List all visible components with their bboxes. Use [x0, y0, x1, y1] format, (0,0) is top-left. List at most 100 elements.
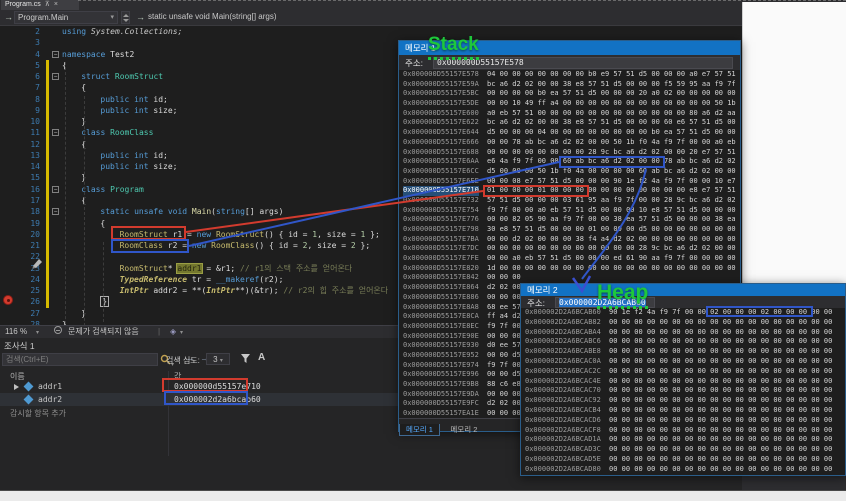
outline-margin[interactable]	[48, 150, 62, 161]
memory-row[interactable]: 0x000002D2A6BCACF800 00 00 00 00 00 00 0…	[521, 426, 845, 436]
memory-row[interactable]: 0x000002D2A6BCAB8200 00 00 00 00 00 00 0…	[521, 318, 845, 328]
breakpoint-margin[interactable]	[0, 172, 18, 183]
tab-memory-2[interactable]: 메모리 2	[444, 424, 483, 435]
code-health-icon[interactable]	[54, 326, 62, 334]
memory-row[interactable]: 0x000000D55157E754f9 7f 00 00 a0 eb 57 5…	[399, 206, 740, 216]
breakpoint-margin[interactable]	[0, 127, 18, 138]
outline-margin[interactable]	[48, 60, 62, 71]
outline-margin[interactable]	[48, 94, 62, 105]
outline-margin[interactable]	[48, 296, 62, 307]
outline-margin[interactable]	[48, 172, 62, 183]
memory-row[interactable]: 0x000000D55157E7BA00 00 d2 02 00 00 00 3…	[399, 235, 740, 245]
memory2-hex-grid[interactable]: 0x000002D2A6BCAB6090 1e f2 4a f9 7f 00 0…	[521, 308, 845, 475]
collapse-icon[interactable]: −	[52, 186, 59, 193]
close-icon[interactable]: ×	[54, 1, 58, 8]
outline-margin[interactable]	[48, 229, 62, 240]
watch-row-addr2[interactable]: addr2 0x000002d2a6bcab60	[0, 393, 398, 406]
memory-row[interactable]: 0x000000D55157E622bc a6 d2 02 00 00 38 e…	[399, 118, 740, 128]
memory-row[interactable]: 0x000002D2A6BCABE800 00 00 00 00 00 00 0…	[521, 347, 845, 357]
memory-row[interactable]: 0x000000D55157E59Abc a6 d2 02 00 00 38 e…	[399, 80, 740, 90]
memory-row[interactable]: 0x000002D2A6BCAD1A00 00 00 00 00 00 00 0…	[521, 435, 845, 445]
tab-program-cs[interactable]: Program.cs⊼×	[1, 0, 79, 10]
collapse-icon[interactable]: −	[52, 51, 59, 58]
search-depth-select[interactable]: 3 ▾	[206, 353, 230, 365]
outline-margin[interactable]	[48, 263, 62, 274]
memory-row[interactable]: 0x000000D55157E644d5 00 00 00 04 00 00 0…	[399, 128, 740, 138]
memory-row[interactable]: 0x000000D55157E71001 00 00 00 01 00 00 0…	[399, 186, 740, 196]
memory-row[interactable]: 0x000000D55157E73257 51 d5 00 00 00 03 6…	[399, 196, 740, 206]
zoom-level-select[interactable]: 116 %	[5, 326, 27, 338]
type-dropdown[interactable]: Program.Main ▾	[14, 11, 118, 24]
memory2-title-bar[interactable]: 메모리 2	[521, 284, 845, 296]
breakpoint-margin[interactable]	[0, 195, 18, 206]
memory-row[interactable]: 0x000002D2A6BCAC2C00 00 00 00 00 00 00 0…	[521, 367, 845, 377]
outline-margin[interactable]: −	[48, 71, 62, 82]
memory-row[interactable]: 0x000000D55157E6CCd5 00 00 00 50 1b f0 4…	[399, 167, 740, 177]
tab-memory-1[interactable]: 메모리 1	[399, 424, 440, 436]
outline-margin[interactable]: −	[48, 49, 62, 60]
breakpoint-icon[interactable]	[3, 295, 13, 305]
member-dropdown[interactable]: static unsafe void Main(string[] args)	[148, 12, 277, 21]
match-case-icon[interactable]: A	[258, 352, 265, 363]
memory-row[interactable]: 0x000000D55157E7FE00 00 a0 eb 57 51 d5 0…	[399, 254, 740, 264]
outline-margin[interactable]	[48, 195, 62, 206]
memory-row[interactable]: 0x000000D55157E77600 00 82 05 90 aa f9 7…	[399, 215, 740, 225]
breakpoint-margin[interactable]	[0, 60, 18, 71]
breakpoint-margin[interactable]	[0, 161, 18, 172]
outline-margin[interactable]	[48, 274, 62, 285]
memory-row[interactable]: 0x000002D2A6BCAD3C00 00 00 00 00 00 00 0…	[521, 445, 845, 455]
outline-margin[interactable]	[48, 105, 62, 116]
breakpoint-margin[interactable]	[0, 206, 18, 217]
memory-row[interactable]: 0x000000D55157E68800 00 00 00 00 00 00 0…	[399, 148, 740, 158]
outline-margin[interactable]: −	[48, 184, 62, 195]
breakpoint-margin[interactable]	[0, 71, 18, 82]
memory-row[interactable]: 0x000002D2A6BCAC9200 00 00 00 00 00 00 0…	[521, 396, 845, 406]
memory-row[interactable]: 0x000002D2A6BCAC4E00 00 00 00 00 00 00 0…	[521, 377, 845, 387]
outline-margin[interactable]	[48, 82, 62, 93]
breakpoint-margin[interactable]	[0, 26, 18, 37]
breakpoint-margin[interactable]	[0, 49, 18, 60]
memory-row[interactable]: 0x000002D2A6BCABA400 00 00 00 00 00 00 0…	[521, 328, 845, 338]
outline-margin[interactable]	[48, 139, 62, 150]
pin-icon[interactable]: ⊼	[45, 1, 50, 8]
memory-row[interactable]: 0x000002D2A6BCAD5E00 00 00 00 00 00 00 0…	[521, 455, 845, 465]
outline-margin[interactable]	[48, 285, 62, 296]
memory-row[interactable]: 0x000002D2A6BCAC7000 00 00 00 00 00 00 0…	[521, 386, 845, 396]
collapse-icon[interactable]: −	[52, 129, 59, 136]
memory-row[interactable]: 0x000002D2A6BCAD8000 00 00 00 00 00 00 0…	[521, 465, 845, 475]
memory-row[interactable]: 0x000002D2A6BCACB400 00 00 00 00 00 00 0…	[521, 406, 845, 416]
outline-margin[interactable]	[48, 26, 62, 37]
watch-add-item-row[interactable]: 감시할 항목 추가	[10, 408, 66, 419]
breakpoint-margin[interactable]	[0, 308, 18, 319]
memory-row[interactable]: 0x000000D55157E84200 00 00	[399, 273, 740, 283]
outline-margin[interactable]	[48, 251, 62, 262]
search-input[interactable]: 검색(Ctrl+E)	[2, 353, 158, 366]
memory-row[interactable]: 0x000000D55157E79830 e8 57 51 d5 00 00 0…	[399, 225, 740, 235]
breakpoint-margin[interactable]	[0, 229, 18, 240]
memory-row[interactable]: 0x000000D55157E8201d 00 00 00 00 00 00 0…	[399, 264, 740, 274]
memory-row[interactable]: 0x000000D55157E600a0 eb 57 51 00 00 00 0…	[399, 109, 740, 119]
outline-margin[interactable]	[48, 116, 62, 127]
outline-margin[interactable]: −	[48, 127, 62, 138]
collapse-icon[interactable]: −	[52, 208, 59, 215]
outline-margin[interactable]	[48, 161, 62, 172]
breakpoint-margin[interactable]	[0, 184, 18, 195]
breakpoint-margin[interactable]	[0, 218, 18, 229]
filter-funnel-icon[interactable]	[240, 353, 251, 364]
breakpoint-margin[interactable]	[0, 94, 18, 105]
breakpoint-margin[interactable]	[0, 263, 18, 274]
nav-spinner[interactable]	[121, 11, 130, 24]
memory-row[interactable]: 0x000002D2A6BCAC0A00 00 00 00 00 00 00 0…	[521, 357, 845, 367]
memory-row[interactable]: 0x000002D2A6BCACD600 00 00 00 00 00 00 0…	[521, 416, 845, 426]
memory-row[interactable]: 0x000002D2A6BCAB6090 1e f2 4a f9 7f 00 0…	[521, 308, 845, 318]
breakpoint-margin[interactable]	[0, 240, 18, 251]
memory-row[interactable]: 0x000000D55157E66600 00 78 ab bc a6 d2 0…	[399, 138, 740, 148]
memory-row[interactable]: 0x000000D55157E7DC00 00 00 00 00 00 00 0…	[399, 244, 740, 254]
breakpoint-margin[interactable]	[0, 150, 18, 161]
outline-margin[interactable]	[48, 37, 62, 48]
outline-margin[interactable]	[48, 240, 62, 251]
code-line[interactable]: 2using System.Collections;	[0, 26, 742, 37]
memory-row[interactable]: 0x000002D2A6BCABC600 00 00 00 00 00 00 0…	[521, 337, 845, 347]
watch-row-addr1[interactable]: addr1 0x000000d55157e710	[0, 380, 398, 393]
expand-arrow-icon[interactable]	[14, 384, 19, 390]
